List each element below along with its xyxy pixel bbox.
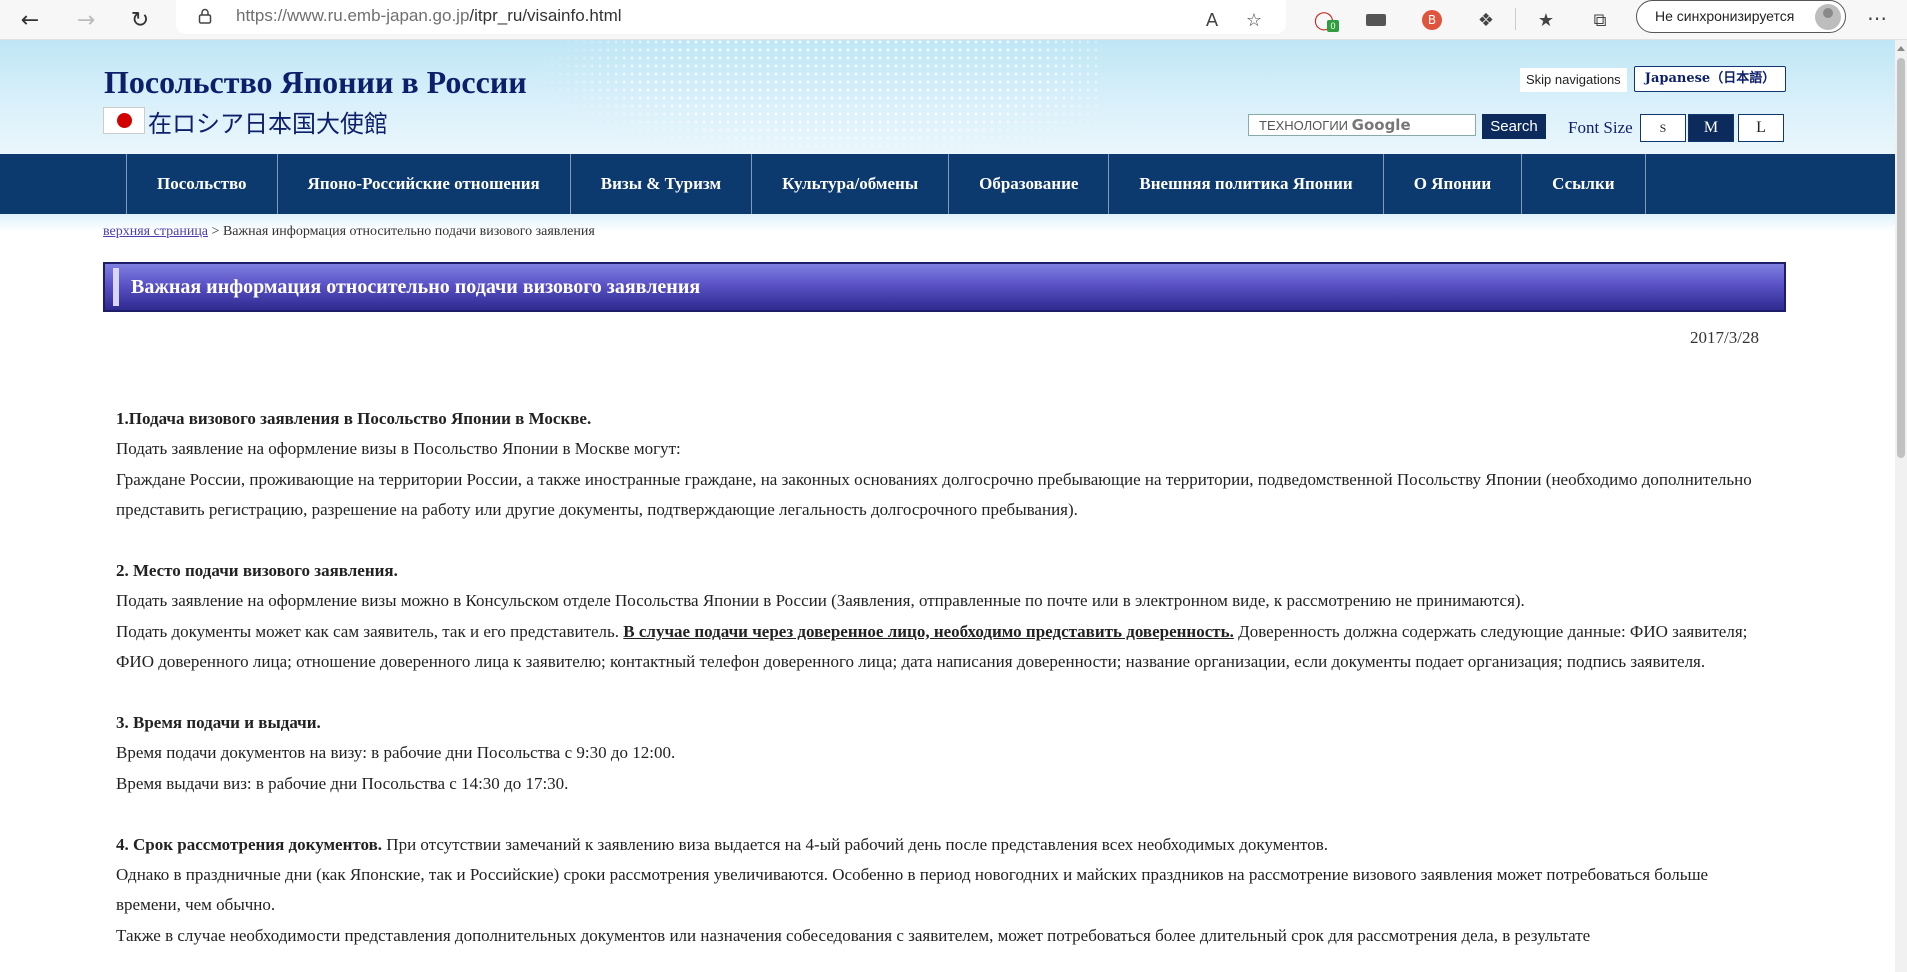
japanese-language-button[interactable]: Japanese（日本語） <box>1634 66 1786 92</box>
scroll-up-arrow-icon[interactable] <box>1897 46 1905 51</box>
nav-list: Посольство Японо-Российские отношения Ви… <box>126 154 1646 214</box>
lock-icon[interactable] <box>198 8 212 24</box>
breadcrumb-separator: > <box>208 224 223 239</box>
page-heading-banner: Важная информация относительно подачи ви… <box>103 262 1786 312</box>
breadcrumb: верхняя страница > Важная информация отн… <box>103 224 595 240</box>
article-body: 1.Подача визового заявления в Посольство… <box>116 404 1776 951</box>
section-1-title: 1.Подача визового заявления в Посольство… <box>116 409 592 428</box>
forward-icon[interactable]: → <box>70 4 102 36</box>
extensions-icon[interactable]: ❖ <box>1472 6 1500 34</box>
sync-label: Не синхронизируется <box>1655 8 1795 24</box>
search-placeholder: ТЕХНОЛОГИИ <box>1259 118 1349 133</box>
section-4-text: При отсутствии замечаний к заявлению виз… <box>382 834 1329 854</box>
section-4-title: 4. Срок рассмотрения документов. <box>116 834 383 854</box>
skip-navigation-link[interactable]: Skip navigations <box>1520 68 1627 92</box>
section-4-line-2: Однако в праздничные дни (как Японские, … <box>116 865 1709 915</box>
publication-date: 2017/3/28 <box>1690 328 1759 347</box>
address-bar[interactable]: https://www.ru.emb-japan.go.jp/itpr_ru/v… <box>176 0 1286 34</box>
font-size-label: Font Size <box>1568 118 1633 137</box>
section-2-line-2-start: Подать документы может как сам заявитель… <box>116 621 624 641</box>
avatar <box>1815 4 1841 30</box>
section-2-line-1: Подать заявление на оформление визы можн… <box>116 591 1525 611</box>
google-logo: Google <box>1351 116 1411 134</box>
page-scrollbar[interactable] <box>1895 40 1907 972</box>
breadcrumb-current: Важная информация относительно подачи ви… <box>222 224 595 239</box>
url-path: /itpr_ru/visainfo.html <box>469 6 622 25</box>
url-host: https://www.ru.emb-japan.go.jp <box>236 6 470 25</box>
site-header: Посольство Японии в России 在ロシア日本国大使館 Sk… <box>0 40 1895 154</box>
section-2-title: 2. Место подачи визового заявления. <box>116 561 398 581</box>
section-1-line-2: Граждане России, проживающие на территор… <box>116 469 1752 520</box>
back-icon[interactable]: ← <box>14 4 46 36</box>
more-icon[interactable]: ⋯ <box>1862 4 1892 36</box>
nav-item-about-japan[interactable]: О Японии <box>1384 154 1523 214</box>
profile-sync-button[interactable]: Не синхронизируется <box>1636 0 1846 33</box>
nav-item-foreign-policy[interactable]: Внешняя политика Японии <box>1109 154 1384 214</box>
section-3-line-2: Время выдачи виз: в рабочие дни Посольст… <box>116 773 569 793</box>
section-4-line-3: Также в случае необходимости представлен… <box>116 925 1591 945</box>
search-button[interactable]: Search <box>1482 114 1546 139</box>
nav-item-education[interactable]: Образование <box>949 154 1110 214</box>
read-aloud-icon[interactable]: A <box>1198 6 1226 34</box>
page-title: Важная информация относительно подачи ви… <box>131 276 701 298</box>
section-3-title: 3. Время подачи и выдачи. <box>116 713 321 733</box>
nav-item-relations[interactable]: Японо-Российские отношения <box>278 154 571 214</box>
world-map-decoration <box>540 40 1100 154</box>
refresh-icon[interactable]: ↻ <box>124 4 156 36</box>
section-2-emphasis: В случае подачи через доверенное лицо, н… <box>623 621 1234 641</box>
toolbar-divider <box>1515 8 1516 30</box>
nav-item-links[interactable]: Ссылки <box>1522 154 1646 214</box>
nav-item-embassy[interactable]: Посольство <box>127 154 278 214</box>
nav-item-culture[interactable]: Культура/обмены <box>752 154 950 214</box>
font-size-medium-button[interactable]: M <box>1688 114 1734 142</box>
font-size-small-button[interactable]: S <box>1640 114 1686 142</box>
section-2-line-2: Подать документы может как сам заявитель… <box>116 617 1776 678</box>
extension-badge: 0 <box>1327 20 1339 32</box>
url-text[interactable]: https://www.ru.emb-japan.go.jp/itpr_ru/v… <box>236 6 622 26</box>
heading-accent-bar <box>113 268 119 306</box>
favorite-add-icon[interactable]: ☆ <box>1240 6 1268 34</box>
search-input[interactable]: ТЕХНОЛОГИИ Google <box>1248 114 1476 136</box>
section-3-line-1: Время подачи документов на визу: в рабоч… <box>116 743 676 763</box>
section-1-line-1: Подать заявление на оформление визы в По… <box>116 439 681 459</box>
favorites-icon[interactable]: ★ <box>1532 6 1560 34</box>
breadcrumb-home-link[interactable]: верхняя страница <box>103 224 208 239</box>
site-title[interactable]: Посольство Японии в России <box>104 64 527 101</box>
nav-item-visas[interactable]: Визы & Туризм <box>571 154 753 214</box>
collections-icon[interactable]: ⧉ <box>1586 6 1614 34</box>
scroll-thumb[interactable] <box>1897 58 1905 458</box>
font-size-large-button[interactable]: L <box>1738 114 1784 142</box>
section-4-line-1: 4. Срок рассмотрения документов. При отс… <box>116 830 1776 860</box>
browser-toolbar: ← → ↻ https://www.ru.emb-japan.go.jp/itp… <box>0 0 1907 40</box>
main-nav: Посольство Японо-Российские отношения Ви… <box>0 154 1895 214</box>
japan-flag-icon <box>103 107 145 134</box>
extension-icon[interactable] <box>1362 6 1390 34</box>
extension-icon[interactable]: B <box>1418 6 1446 34</box>
site-subtitle: 在ロシア日本国大使館 <box>148 110 388 138</box>
